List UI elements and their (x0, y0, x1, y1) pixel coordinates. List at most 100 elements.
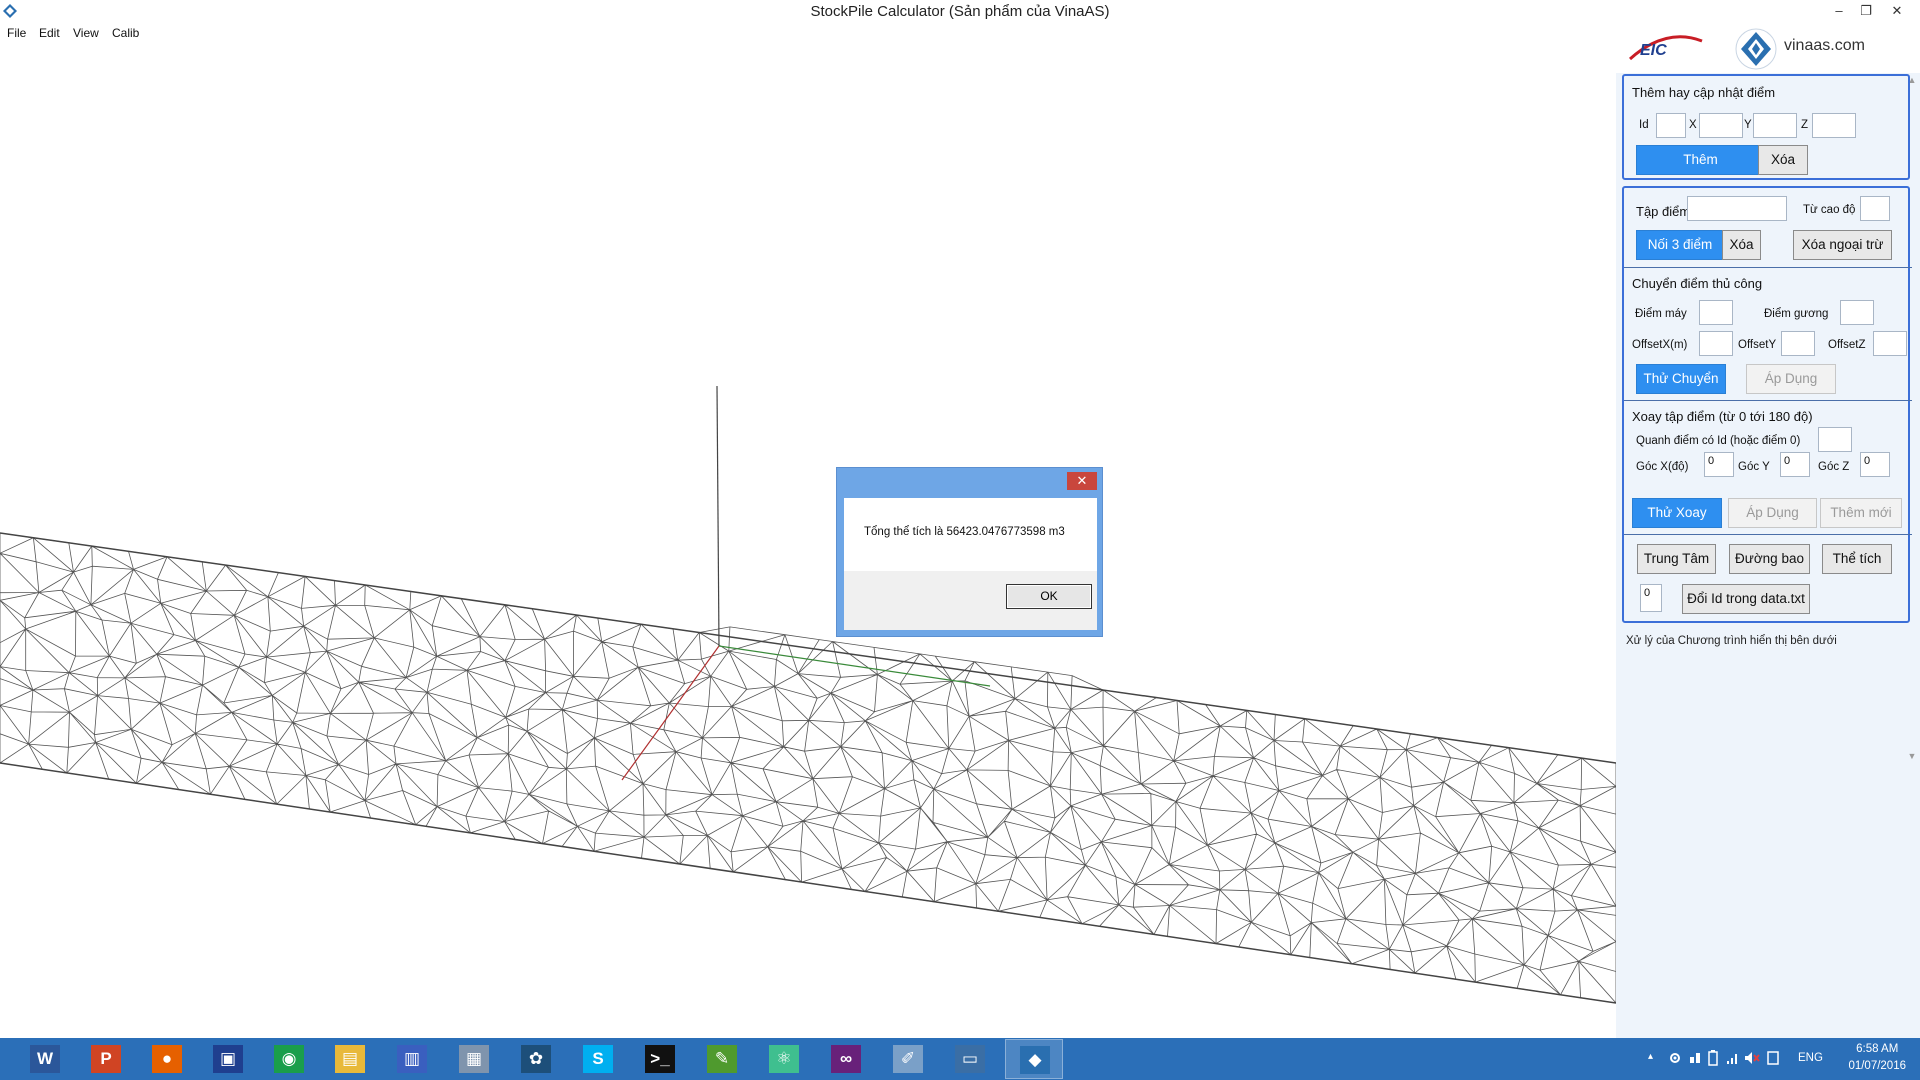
taskbar-app-remote-desktop[interactable]: ▭ (941, 1039, 999, 1079)
try-rotate-button[interactable]: Thử Xoay (1632, 498, 1722, 528)
language-indicator[interactable]: ENG (1798, 1052, 1823, 1064)
menu-view[interactable]: View (73, 26, 99, 40)
battery-icon[interactable] (1706, 1050, 1720, 1066)
taskbar-app-word[interactable]: W (16, 1039, 74, 1079)
y-label: Y (1744, 119, 1752, 131)
clock[interactable]: 6:58 AM 01/07/2016 (1848, 1041, 1906, 1075)
machine-point-input[interactable] (1699, 300, 1733, 325)
mesh-triangles (0, 532, 1616, 1004)
separator (1624, 267, 1912, 268)
point-x-input[interactable] (1699, 113, 1743, 138)
close-window-button[interactable]: ✕ (1884, 2, 1910, 20)
vinaas-website-label: vinaas.com (1784, 37, 1865, 54)
menu-file[interactable]: File (7, 26, 26, 40)
dialog-close-button[interactable]: ✕ (1067, 472, 1097, 490)
skype-icon: S (583, 1045, 613, 1073)
add-new-rotate-button[interactable]: Thêm mới (1820, 498, 1902, 528)
dialog-message: Tổng thể tích là 56423.0476773598 m3 (864, 526, 1065, 538)
taskbar-app-tree-app[interactable]: ✿ (507, 1039, 565, 1079)
angle-x-input[interactable]: 0 (1704, 452, 1734, 477)
3d-viewport[interactable] (0, 43, 1616, 1038)
z-label: Z (1801, 119, 1809, 131)
center-button[interactable]: Trung Tâm (1637, 544, 1716, 574)
taskbar-app-stockpile-app[interactable]: ◆ (1005, 1039, 1063, 1079)
mirror-point-input[interactable] (1840, 300, 1874, 325)
offset-y-label: OffsetY (1738, 339, 1777, 351)
point-y-input[interactable] (1753, 113, 1797, 138)
terrain-mesh[interactable] (0, 43, 1616, 1038)
delete-point-set-button[interactable]: Xóa (1722, 230, 1761, 260)
try-move-button[interactable]: Thử Chuyển (1636, 364, 1726, 394)
restore-button[interactable]: ❐ (1853, 2, 1879, 20)
tray-expand-icon[interactable]: ▴ (1648, 1051, 1653, 1062)
menu-calib[interactable]: Calib (112, 26, 139, 40)
volume-muted-icon[interactable] (1744, 1051, 1760, 1065)
chart-notepad-icon: ✎ (707, 1045, 737, 1073)
word-icon: W (30, 1045, 60, 1073)
taskbar-app-image-viewer[interactable]: ▦ (445, 1039, 503, 1079)
menu-edit[interactable]: Edit (39, 26, 60, 40)
boundary-button[interactable]: Đường bao (1729, 544, 1810, 574)
settings-gear-icon[interactable] (1668, 1051, 1682, 1065)
save-disk-icon: ▣ (213, 1045, 243, 1073)
rotate-around-label: Quanh điểm có Id (hoặc điểm 0) (1636, 435, 1801, 447)
taskbar-app-powerpoint[interactable]: P (77, 1039, 135, 1079)
scroll-down-icon[interactable]: ▼ (1906, 751, 1918, 761)
machine-point-label: Điểm máy (1635, 308, 1687, 320)
apply-rotate-button[interactable]: Áp Dụng (1728, 498, 1817, 528)
taskbar-app-chart-notepad[interactable]: ✎ (693, 1039, 751, 1079)
delete-except-button[interactable]: Xóa ngoại trừ (1793, 230, 1892, 260)
vinaas-logo (1735, 28, 1777, 70)
network-icon[interactable] (1688, 1051, 1702, 1065)
taskbar-app-command-prompt[interactable]: >_ (631, 1039, 689, 1079)
atom-editor-icon: ⚛ (769, 1045, 799, 1073)
manual-move-title: Chuyển điểm thủ công (1632, 276, 1763, 291)
minimize-button[interactable]: – (1826, 2, 1852, 20)
taskbar-app-chrome[interactable]: ◉ (260, 1039, 318, 1079)
logo-bar: EIC vinaas.com (1616, 23, 1920, 73)
point-set-label: Tập điểm (1636, 204, 1691, 219)
taskbar-app-firefox[interactable]: ● (138, 1039, 196, 1079)
taskbar-app-paint[interactable]: ✐ (879, 1039, 937, 1079)
dialog-footer: OK (844, 571, 1097, 630)
point-set-input[interactable] (1687, 196, 1787, 221)
point-z-input[interactable] (1812, 113, 1856, 138)
from-elevation-input[interactable] (1860, 196, 1890, 221)
taskbar-app-visual-studio[interactable]: ∞ (817, 1039, 875, 1079)
rotate-around-input[interactable] (1818, 427, 1852, 452)
angle-z-input[interactable]: 0 (1860, 452, 1890, 477)
window-title: StockPile Calculator (Sản phẩm của VinaA… (810, 3, 1110, 20)
delete-point-button[interactable]: Xóa (1758, 145, 1808, 175)
z-axis-line (716, 385, 720, 647)
taskbar-app-skype[interactable]: S (569, 1039, 627, 1079)
signal-icon[interactable] (1726, 1051, 1740, 1065)
offset-x-input[interactable] (1699, 331, 1733, 356)
volume-button[interactable]: Thể tích (1822, 544, 1892, 574)
angle-y-label: Góc Y (1738, 461, 1770, 473)
action-center-icon[interactable] (1766, 1051, 1780, 1065)
point-id-input[interactable] (1656, 113, 1686, 138)
apply-move-button[interactable]: Áp Dụng (1746, 364, 1836, 394)
firefox-icon: ● (152, 1045, 182, 1073)
dialog-ok-button[interactable]: OK (1006, 584, 1092, 609)
image-viewer-icon: ▦ (459, 1045, 489, 1073)
control-panel: EIC vinaas.com ▲ ▼ Thêm hay cập nhật điể… (1616, 23, 1920, 1038)
offset-y-input[interactable] (1781, 331, 1815, 356)
id-label: Id (1639, 119, 1649, 131)
id-offset-input[interactable]: 0 (1640, 584, 1662, 612)
clock-date: 01/07/2016 (1848, 1060, 1906, 1072)
change-id-button[interactable]: Đổi Id trong data.txt (1682, 584, 1810, 614)
offset-z-input[interactable] (1873, 331, 1907, 356)
taskbar-app-network-computer[interactable]: ▥ (383, 1039, 441, 1079)
separator (1624, 400, 1912, 401)
angle-x-label: Góc X(độ) (1636, 461, 1689, 473)
command-prompt-icon: >_ (645, 1045, 675, 1073)
taskbar-app-save-disk[interactable]: ▣ (199, 1039, 257, 1079)
powerpoint-icon: P (91, 1045, 121, 1073)
taskbar-app-atom-editor[interactable]: ⚛ (755, 1039, 813, 1079)
taskbar-app-file-explorer[interactable]: ▤ (321, 1039, 379, 1079)
add-point-button[interactable]: Thêm (1636, 145, 1765, 175)
angle-y-input[interactable]: 0 (1780, 452, 1810, 477)
connect-3-points-button[interactable]: Nối 3 điểm (1636, 230, 1724, 260)
mirror-point-label: Điểm gương (1764, 308, 1829, 320)
